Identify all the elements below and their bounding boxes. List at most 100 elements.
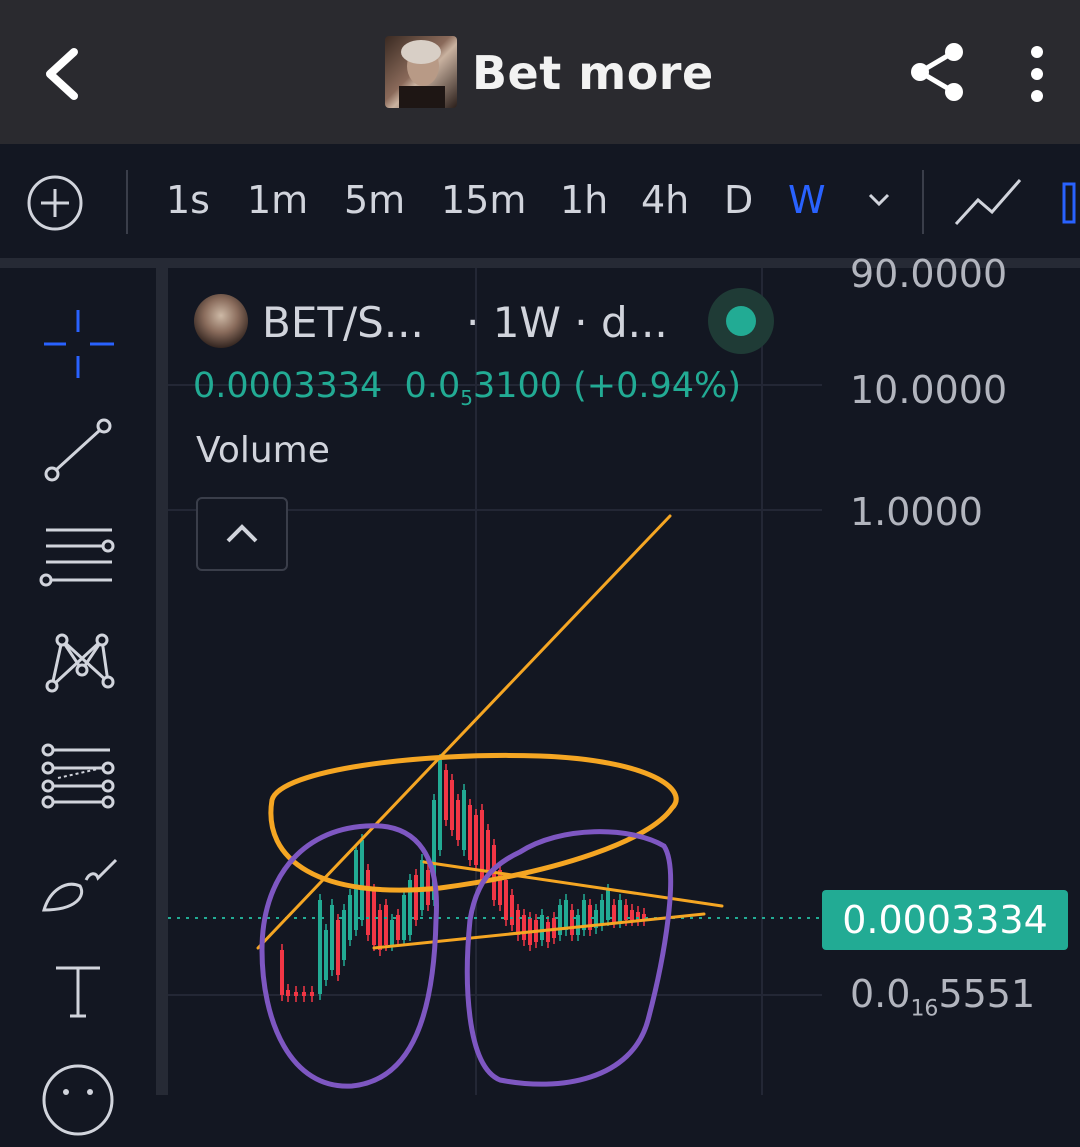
indicators-button[interactable] <box>1058 178 1080 228</box>
user-annotations <box>256 514 724 1089</box>
text-tool[interactable] <box>36 956 120 1040</box>
status-dot <box>726 306 756 336</box>
price-legend: 0.0003334 0.053100 (+0.94%) <box>193 366 741 410</box>
legend-change-sub: 5 <box>460 386 473 410</box>
candle-body <box>330 905 334 970</box>
back-icon <box>46 48 78 100</box>
candle-body <box>336 920 340 975</box>
timeframe-d[interactable]: D <box>724 178 753 222</box>
horizontal-lines-tool[interactable] <box>36 516 120 600</box>
timeframe-toolbar: 1s 1m 5m 15m 1h 4h D W <box>0 144 1080 258</box>
candle-body <box>324 930 328 980</box>
fib-icon <box>41 743 115 809</box>
chevron-up-icon <box>226 524 258 543</box>
symbol-avatar <box>194 294 248 348</box>
emoji-tool[interactable] <box>36 1058 120 1142</box>
candle-body <box>606 890 610 920</box>
symbol-name[interactable]: BET/S... <box>262 298 424 347</box>
candle-body <box>360 840 364 920</box>
timeframe-w[interactable]: W <box>788 178 826 222</box>
share-button[interactable] <box>906 40 970 104</box>
candle-body <box>522 915 526 940</box>
price-axis-label: 1.0000 <box>850 490 983 534</box>
axis-bottom-prefix: 0.0 <box>850 972 911 1016</box>
candle-body <box>310 992 314 996</box>
candle-body <box>302 992 306 996</box>
axis-bottom-suffix: 5551 <box>938 972 1036 1016</box>
candle-body <box>564 900 568 930</box>
candle-body <box>420 860 424 910</box>
trendline-icon <box>44 418 112 482</box>
axis-bottom-sub: 16 <box>910 996 939 1022</box>
candle-body <box>630 910 634 920</box>
current-price-tag: 0.0003334 <box>822 890 1068 950</box>
candle-body <box>558 905 562 935</box>
candle-body <box>498 870 502 905</box>
emoji-icon <box>42 1064 114 1136</box>
timeframe-1m[interactable]: 1m <box>247 178 308 222</box>
more-icon <box>1031 46 1043 102</box>
candle-body <box>438 760 442 850</box>
candle-body <box>516 910 520 935</box>
legend-price: 0.0003334 <box>193 366 383 406</box>
price-axis-label: 10.0000 <box>850 368 1008 412</box>
app-header: Bet more <box>0 0 1080 144</box>
timeframe-15m[interactable]: 15m <box>441 178 526 222</box>
candle-body <box>366 870 370 935</box>
fib-tool[interactable] <box>36 738 120 822</box>
candles-icon <box>1062 182 1076 224</box>
collapse-legend-button[interactable] <box>196 497 288 571</box>
brush-tool[interactable] <box>36 850 120 934</box>
candle-body <box>486 830 490 870</box>
share-icon <box>911 43 963 101</box>
crosshair-icon <box>44 310 114 378</box>
candle-body <box>540 915 544 940</box>
back-button[interactable] <box>38 44 88 104</box>
timeframe-1h[interactable]: 1h <box>560 178 608 222</box>
candle-body <box>546 922 550 942</box>
toolbar-divider <box>922 170 924 234</box>
toolbar-divider <box>126 170 128 234</box>
volume-indicator-label[interactable]: Volume <box>196 430 330 471</box>
market-status-badge[interactable] <box>708 288 774 354</box>
candle-body <box>600 900 604 925</box>
price-axis-label: 90.0000 <box>850 252 1008 296</box>
candlesticks <box>280 754 646 1002</box>
purple-circle-right <box>464 829 674 1087</box>
candle-body <box>612 905 616 922</box>
candle-body <box>280 950 284 995</box>
candle-body <box>504 880 508 920</box>
add-symbol-button[interactable] <box>26 174 84 232</box>
purple-circle-left <box>259 823 439 1089</box>
candle-body <box>576 915 580 935</box>
trendline-tool[interactable] <box>36 410 120 494</box>
avatar <box>385 36 457 108</box>
candle-body <box>384 905 388 945</box>
crosshair-tool[interactable] <box>36 302 120 386</box>
chart-type-button[interactable] <box>952 174 1024 230</box>
candle-body <box>342 910 346 960</box>
timeframe-5m[interactable]: 5m <box>344 178 405 222</box>
candle-body <box>414 875 418 920</box>
candle-body <box>378 910 382 950</box>
more-button[interactable] <box>1020 44 1054 104</box>
line-chart-icon <box>954 179 1022 226</box>
timeframe-4h[interactable]: 4h <box>641 178 689 222</box>
candle-body <box>318 900 322 994</box>
legend-change-prefix: 0.0 <box>404 366 461 406</box>
timeframe-dropdown[interactable] <box>866 190 892 210</box>
candle-body <box>510 895 514 925</box>
symbol-interval[interactable]: · 1W · d... <box>466 298 668 347</box>
page-title: Bet more <box>472 46 714 100</box>
chevron-down-icon <box>868 193 890 207</box>
brush-icon <box>41 858 118 912</box>
add-icon <box>27 175 83 231</box>
timeframe-1s[interactable]: 1s <box>166 178 210 222</box>
candle-body <box>570 910 574 935</box>
pattern-tool[interactable] <box>36 626 120 710</box>
candle-body <box>468 805 472 860</box>
price-axis-label-bottom: 0.0165551 <box>850 972 1035 1022</box>
candle-body <box>444 770 448 820</box>
sidebar-divider <box>156 268 168 1095</box>
candle-body <box>390 920 394 945</box>
